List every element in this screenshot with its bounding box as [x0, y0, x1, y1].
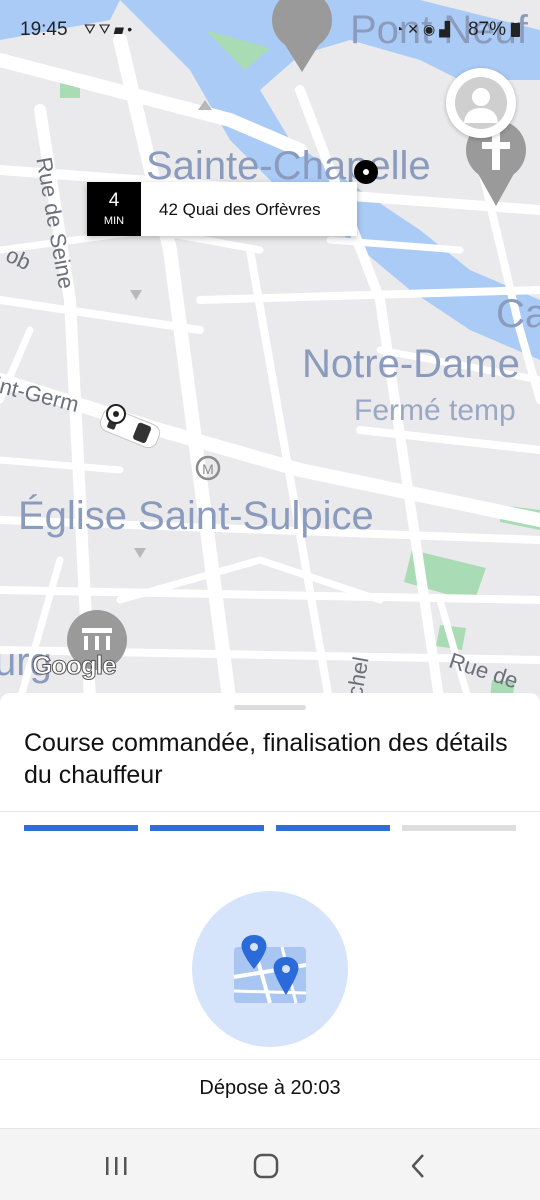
avatar — [455, 77, 507, 129]
recent-apps-button[interactable] — [96, 1151, 136, 1181]
status-bar: 19:45 ⛛⛛▰• ◔✕◉▟ 87% — [0, 0, 540, 60]
mute-icon: ✕ — [407, 21, 423, 37]
destination-marker — [354, 160, 378, 184]
progress-step — [24, 825, 138, 831]
message-icon: ▰ — [113, 21, 128, 37]
recent-apps-icon — [106, 1157, 127, 1175]
map-label-ferme-temp: Fermé temp — [354, 394, 516, 427]
map-pins-icon — [233, 935, 307, 1004]
eta-unit: MIN — [103, 215, 125, 227]
signal-4g-icon: ▟ — [439, 21, 454, 37]
svg-text:M: M — [202, 461, 214, 477]
notification-icon: ⛛ — [98, 21, 114, 37]
progress-step — [150, 825, 264, 831]
alarm-icon: ◔ — [394, 21, 408, 37]
battery-percent: 87% — [467, 19, 506, 40]
divider — [0, 1059, 540, 1060]
home-button[interactable] — [246, 1151, 286, 1181]
divider — [0, 811, 540, 812]
map-label-eglise-saint-sulpice: Église Saint-Sulpice — [18, 494, 374, 538]
back-button[interactable] — [398, 1151, 438, 1181]
system-icons: ◔✕◉▟ — [395, 21, 454, 38]
trip-status-sheet[interactable]: Course commandée, finalisation des détai… — [0, 693, 540, 1128]
dot-icon: • — [127, 21, 136, 37]
trip-progress-bar — [24, 825, 516, 831]
progress-step — [276, 825, 390, 831]
progress-step — [402, 825, 516, 831]
system-navigation-bar — [0, 1128, 540, 1200]
sheet-drag-handle[interactable] — [234, 705, 306, 710]
google-attribution: Google — [32, 650, 118, 681]
notification-icon: ⛛ — [84, 21, 99, 37]
user-icon — [464, 88, 498, 123]
eta-badge: 4 MIN — [87, 182, 141, 236]
battery-icon — [511, 23, 520, 37]
destination-address: 42 Quai des Orfèvres — [159, 200, 321, 219]
eta-callout[interactable]: 4 MIN 42 Quai des Orfèvres — [87, 182, 357, 236]
location-icon: ◉ — [423, 21, 440, 37]
map-view[interactable]: M Pont Neuf Sainte-Chapelle Notre-Dame F… — [0, 0, 540, 705]
status-time: 19:45 — [20, 19, 68, 40]
map-pins-illustration — [192, 891, 348, 1047]
notification-icons: ⛛⛛▰• — [84, 21, 135, 38]
dropoff-time: Dépose à 20:03 — [199, 1077, 341, 1099]
back-icon — [411, 1154, 424, 1178]
profile-avatar-button[interactable] — [446, 68, 516, 138]
home-icon — [253, 1153, 279, 1179]
trip-status-title: Course commandée, finalisation des détai… — [24, 729, 508, 789]
map-label-notre-dame: Notre-Dame — [302, 342, 520, 386]
eta-minutes: 4 — [108, 190, 120, 211]
map-label-ca: Ca — [496, 292, 540, 336]
